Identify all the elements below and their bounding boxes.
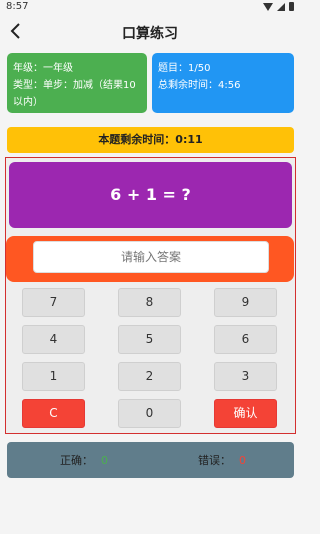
wrong-label: 错误： — [198, 454, 231, 467]
app-bar: 口算练习 — [0, 14, 300, 48]
key-8[interactable]: 8 — [118, 288, 181, 317]
question-timer: 本题剩余时间：0:11 — [7, 127, 294, 153]
wrong-stat: 错误： 0 — [198, 452, 246, 468]
answer-container — [6, 236, 294, 282]
grade-text: 年级：一年级 — [13, 63, 73, 74]
status-icons — [263, 2, 294, 11]
correct-stat: 正确： 0 — [60, 452, 108, 468]
type-text: 类型：单步：加减（结果10以内） — [13, 80, 136, 108]
info-card-grade: 年级：一年级 类型：单步：加减（结果10以内） — [7, 53, 147, 113]
key-1[interactable]: 1 — [22, 362, 85, 391]
status-time: 8:57 — [6, 1, 29, 12]
key-4[interactable]: 4 — [22, 325, 85, 354]
practice-panel: 6 + 1 = ? 7 8 9 4 5 6 1 2 3 C 0 确认 — [5, 157, 296, 434]
correct-label: 正确： — [60, 454, 93, 467]
wifi-icon — [263, 2, 273, 11]
key-9[interactable]: 9 — [214, 288, 277, 317]
battery-icon — [289, 2, 294, 11]
question-display: 6 + 1 = ? — [9, 162, 292, 228]
question-count-text: 题目：1/50 — [158, 63, 211, 74]
info-card-progress: 题目：1/50 总剩余时间：4:56 — [152, 53, 294, 113]
wrong-count: 0 — [239, 454, 246, 467]
answer-input[interactable] — [33, 241, 269, 273]
key-5[interactable]: 5 — [118, 325, 181, 354]
score-bar: 正确： 0 错误： 0 — [7, 442, 294, 478]
key-2[interactable]: 2 — [118, 362, 181, 391]
confirm-button[interactable]: 确认 — [214, 399, 277, 428]
key-6[interactable]: 6 — [214, 325, 277, 354]
total-time-text: 总剩余时间：4:56 — [158, 80, 241, 91]
key-3[interactable]: 3 — [214, 362, 277, 391]
key-7[interactable]: 7 — [22, 288, 85, 317]
correct-count: 0 — [101, 454, 108, 467]
status-bar: 8:57 — [0, 0, 300, 14]
page-title: 口算练习 — [122, 26, 178, 42]
signal-icon — [277, 2, 285, 11]
clear-button[interactable]: C — [22, 399, 85, 428]
key-0[interactable]: 0 — [118, 399, 181, 428]
